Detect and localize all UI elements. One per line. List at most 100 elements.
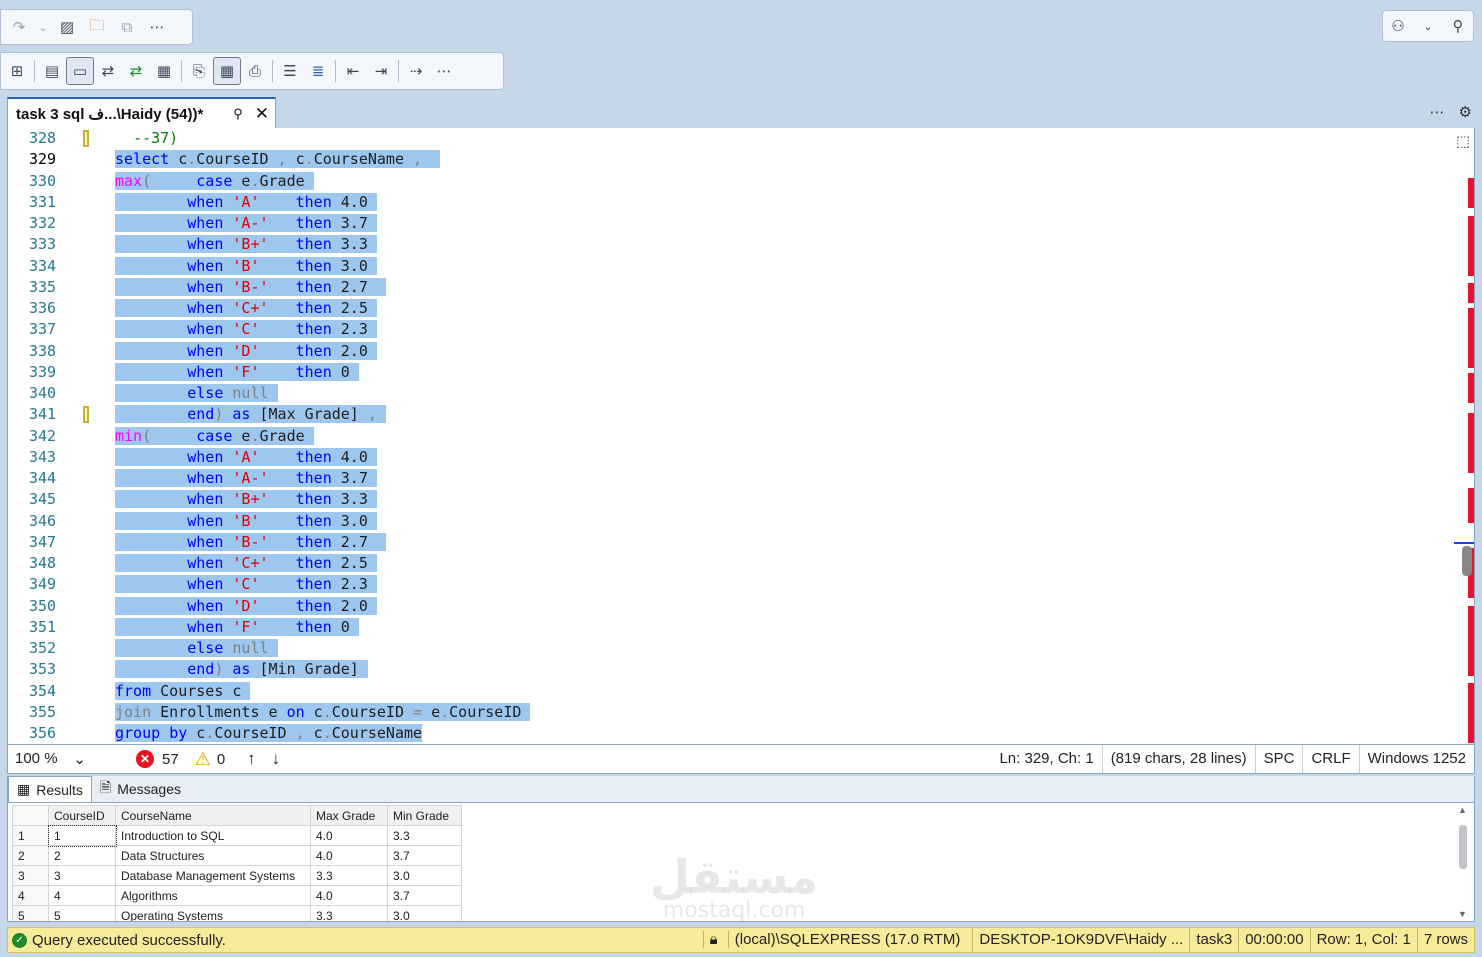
table-cell[interactable]: 3	[48, 865, 116, 886]
table-cell[interactable]: Operating Systems	[115, 905, 311, 921]
code-line[interactable]: 353 end) as [Min Grade]	[8, 659, 1456, 680]
table-row[interactable]: 3 3 Database Management Systems 3.3 3.0	[12, 865, 462, 886]
query-editor[interactable]: 328 --37) 329 select c.CourseID , c.Course…	[7, 128, 1475, 744]
code-line[interactable]: 351 when 'F' then 0	[8, 617, 1456, 638]
code-line[interactable]: 334 when 'B' then 3.0	[8, 256, 1456, 277]
client-stats-icon[interactable]: ▦	[150, 57, 178, 85]
warning-icon[interactable]: ⚠	[195, 749, 211, 770]
results-grid[interactable]: CourseID CourseName Max Grade Min Grade …	[7, 802, 1475, 922]
code-line[interactable]: 332 when 'A-' then 3.7	[8, 213, 1456, 234]
grid-scrollbar[interactable]: ▲ ▼	[1458, 805, 1468, 919]
code-line[interactable]: 341 end) as [Max Grade] ,	[8, 404, 1456, 425]
error-icon[interactable]: ✕	[136, 750, 154, 768]
code-line[interactable]: 333 when 'B+' then 3.3	[8, 234, 1456, 255]
zoom-select[interactable]: 100 % ⌄	[8, 750, 96, 768]
table-cell[interactable]: 4.0	[310, 885, 388, 906]
more-icon[interactable]: ⋯	[1430, 103, 1445, 121]
table-cell[interactable]: 1	[47, 824, 117, 847]
object-explorer-search-icon[interactable]: 🗀	[83, 13, 111, 41]
code-line[interactable]: 355 join Enrollments e on c.CourseID = e.…	[8, 702, 1456, 723]
code-line[interactable]: 335 when 'B-' then 2.7	[8, 277, 1456, 298]
code-line[interactable]: 328 --37)	[8, 128, 1456, 149]
redo-icon[interactable]: ↷	[5, 13, 33, 41]
code-line[interactable]: 346 when 'B' then 3.0	[8, 511, 1456, 532]
table-cell[interactable]: 4	[48, 885, 116, 906]
column-header[interactable]: CourseName	[115, 805, 311, 826]
results-to-text-icon[interactable]: ▤	[38, 57, 66, 85]
table-cell[interactable]: Database Management Systems	[115, 865, 311, 886]
table-cell[interactable]: 2	[48, 845, 116, 866]
code-line[interactable]: 352 else null	[8, 638, 1456, 659]
column-header[interactable]: CourseID	[48, 805, 116, 826]
parameters-icon[interactable]: ⇢	[402, 57, 430, 85]
table-row[interactable]: 1 1 Introduction to SQL 4.0 3.3	[12, 824, 462, 847]
table-row[interactable]: 4 4 Algorithms 4.0 3.7	[12, 885, 462, 906]
scroll-down-icon[interactable]: ▼	[1458, 909, 1467, 919]
tab-results[interactable]: ▦ Results	[8, 776, 92, 802]
outdent-icon[interactable]: ⇤	[339, 57, 367, 85]
tab-messages[interactable]: 🗎 Messages	[92, 776, 189, 802]
scroll-thumb[interactable]	[1459, 825, 1467, 869]
code-line[interactable]: 330 max( case e.Grade	[8, 171, 1456, 192]
code-line[interactable]: 329 select c.CourseID , c.CourseName ,	[8, 149, 1456, 170]
table-cell[interactable]: 3.7	[387, 845, 462, 866]
code-line[interactable]: 342 min( case e.Grade	[8, 426, 1456, 447]
chevron-down-icon[interactable]: ⌄	[1414, 12, 1442, 40]
table-cell[interactable]: 3.3	[387, 825, 462, 846]
next-issue-icon[interactable]: ↓	[272, 749, 281, 769]
dropdown-icon[interactable]: ⌄	[35, 13, 51, 41]
activity-monitor-icon[interactable]: ▨	[53, 13, 81, 41]
code-line[interactable]: 345 when 'B+' then 3.3	[8, 489, 1456, 510]
table-row[interactable]: 2 2 Data Structures 4.0 3.7	[12, 845, 462, 866]
template-icon[interactable]: ⧉	[113, 13, 141, 41]
overview-ruler[interactable]	[1454, 128, 1474, 744]
pin-icon[interactable]: ⚲	[233, 106, 243, 122]
table-cell[interactable]: Data Structures	[115, 845, 311, 866]
table-cell[interactable]: 3.0	[387, 865, 462, 886]
table-cell[interactable]: Algorithms	[115, 885, 311, 906]
sqlcmd-icon[interactable]: ⎘	[185, 57, 213, 85]
results-to-grid-icon[interactable]: ▭	[66, 57, 94, 85]
code-line[interactable]: 337 when 'C' then 2.3	[8, 319, 1456, 340]
code-line[interactable]: 356 group by c.CourseID , c.CourseName	[8, 723, 1456, 744]
cursor-position[interactable]: Ln: 329, Ch: 1	[991, 745, 1101, 773]
close-icon[interactable]: ✕	[255, 104, 269, 124]
table-cell[interactable]: Introduction to SQL	[115, 825, 311, 846]
share-icon[interactable]: ⚲	[1444, 12, 1472, 40]
live-stats-icon[interactable]: ⇄	[122, 57, 150, 85]
code-line[interactable]: 336 when 'C+' then 2.5	[8, 298, 1456, 319]
comment-icon[interactable]: ≣	[304, 57, 332, 85]
more-icon[interactable]: ⋯	[430, 57, 458, 85]
table-row[interactable]: 5 5 Operating Systems 3.3 3.0	[12, 905, 462, 921]
column-header[interactable]: Max Grade	[310, 805, 388, 826]
code-line[interactable]: 349 when 'C' then 2.3	[8, 574, 1456, 595]
code-line[interactable]: 339 when 'F' then 0	[8, 362, 1456, 383]
table-cell[interactable]: 4.0	[310, 845, 388, 866]
document-tab[interactable]: task 3 sql ف...\Haidy (54))* ⚲ ✕	[7, 97, 276, 128]
uncomment-icon[interactable]: ⇥	[367, 57, 395, 85]
more-icon[interactable]: ⋯	[143, 13, 171, 41]
table-cell[interactable]: 5	[48, 905, 116, 921]
indent-mode[interactable]: SPC	[1254, 745, 1303, 773]
previous-issue-icon[interactable]: ↑	[247, 749, 256, 769]
line-ending[interactable]: CRLF	[1302, 745, 1358, 773]
display-plan-icon[interactable]: ⊞	[3, 57, 31, 85]
include-plan-icon[interactable]: ⇄	[94, 57, 122, 85]
code-line[interactable]: 344 when 'A-' then 3.7	[8, 468, 1456, 489]
code-line[interactable]: 347 when 'B-' then 2.7	[8, 532, 1456, 553]
results-to-file-icon[interactable]: ⎙	[241, 57, 269, 85]
code-line[interactable]: 348 when 'C+' then 2.5	[8, 553, 1456, 574]
scroll-up-icon[interactable]: ▲	[1458, 805, 1467, 815]
code-line[interactable]: 354 from Courses c	[8, 681, 1456, 702]
table-cell[interactable]: 3.0	[387, 905, 462, 921]
table-cell[interactable]: 3.3	[310, 865, 388, 886]
code-line[interactable]: 331 when 'A' then 4.0	[8, 192, 1456, 213]
code-line[interactable]: 350 when 'D' then 2.0	[8, 596, 1456, 617]
column-header[interactable]: Min Grade	[387, 805, 462, 826]
table-cell[interactable]: 4.0	[310, 825, 388, 846]
code-line[interactable]: 340 else null	[8, 383, 1456, 404]
encoding[interactable]: Windows 1252	[1358, 745, 1474, 773]
indent-icon[interactable]: ☰	[276, 57, 304, 85]
table-cell[interactable]: 3.7	[387, 885, 462, 906]
code-line[interactable]: 338 when 'D' then 2.0	[8, 341, 1456, 362]
